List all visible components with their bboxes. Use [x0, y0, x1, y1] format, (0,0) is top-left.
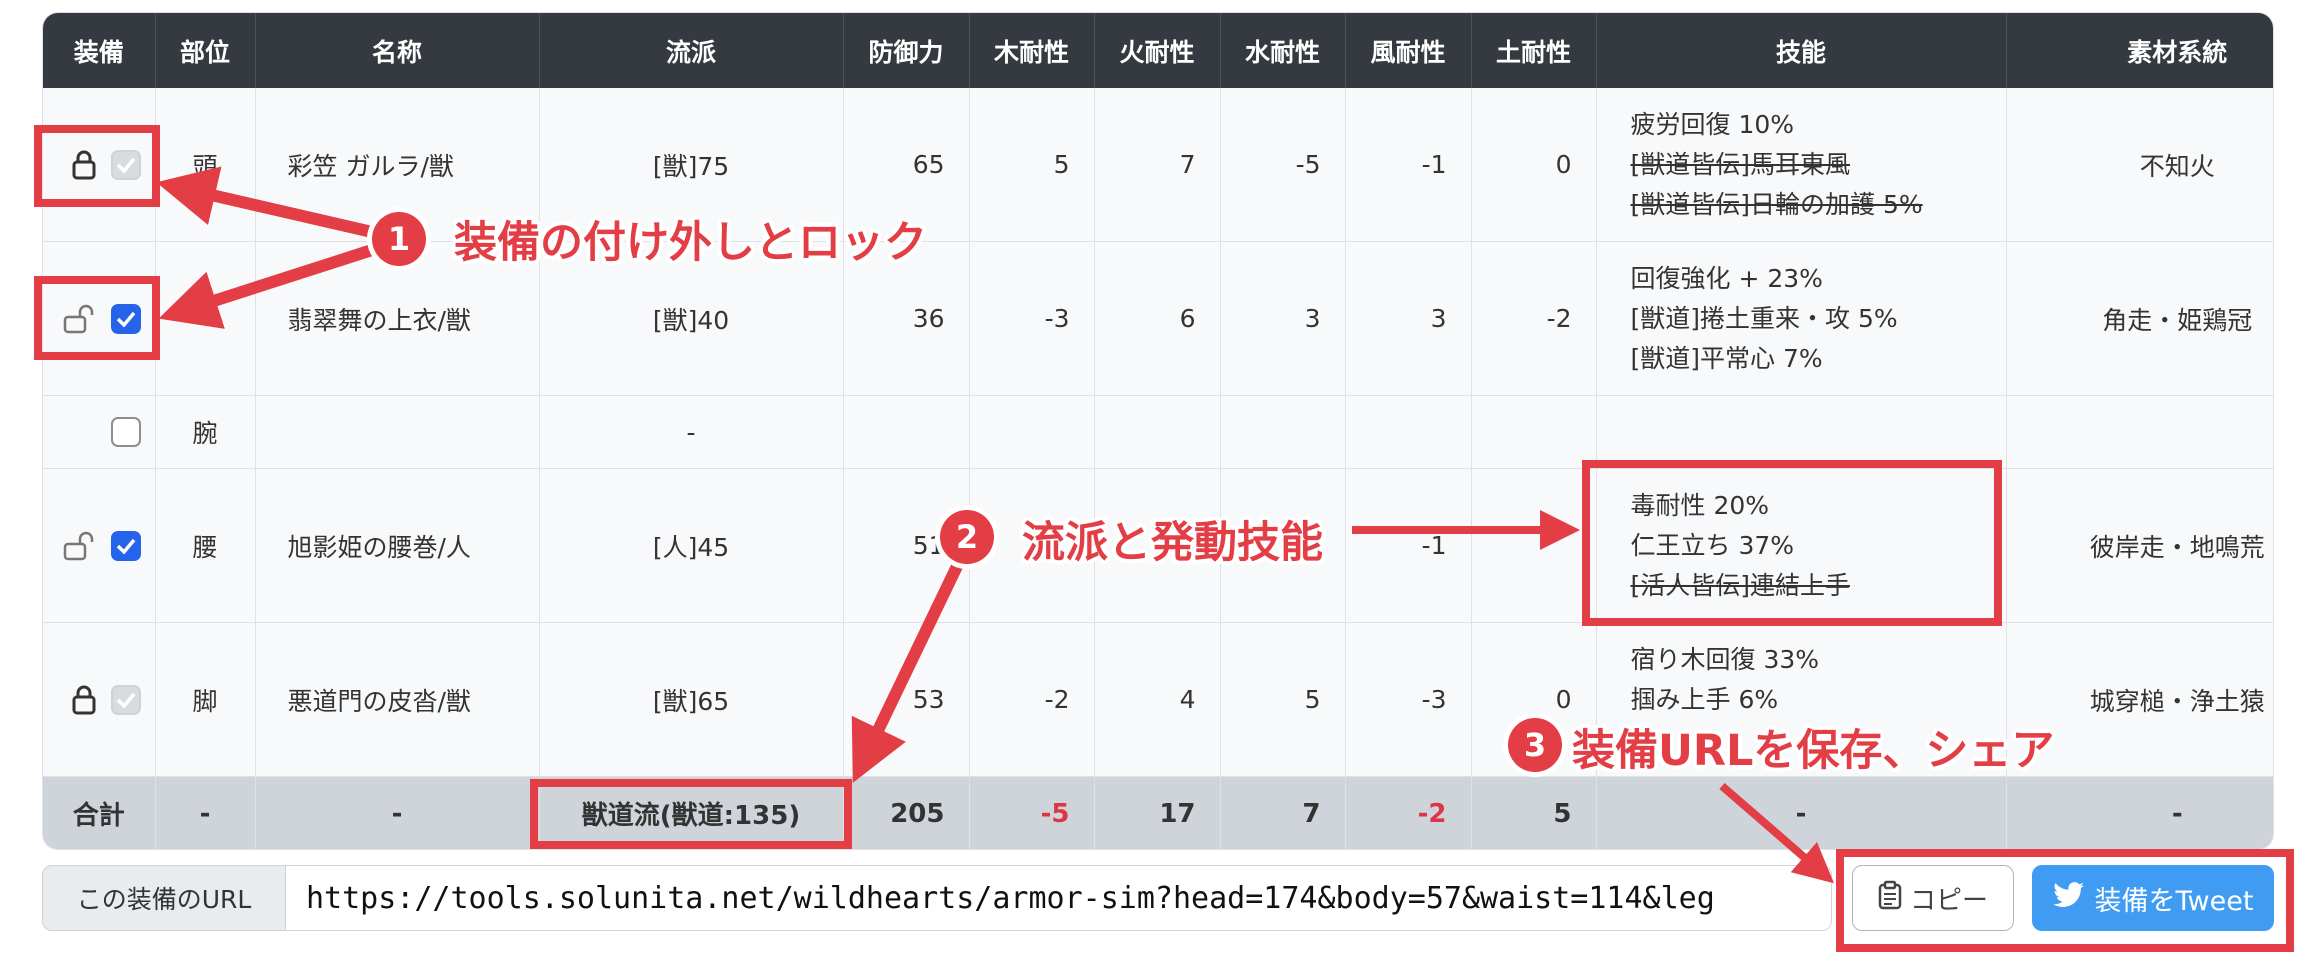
- annotation-text-2: 流派と発動技能: [1022, 518, 1323, 568]
- annotation-text-1: 装備の付け外しとロック: [454, 218, 927, 268]
- annotation-arrows: [156, 166, 1835, 884]
- annotation-badge-3: 3: [1508, 718, 1562, 772]
- annotation-text-3: 装備URLを保存、シェア: [1572, 726, 2055, 776]
- annotation-badge-1: 1: [372, 212, 426, 266]
- annotation-badge-2: 2: [940, 510, 994, 564]
